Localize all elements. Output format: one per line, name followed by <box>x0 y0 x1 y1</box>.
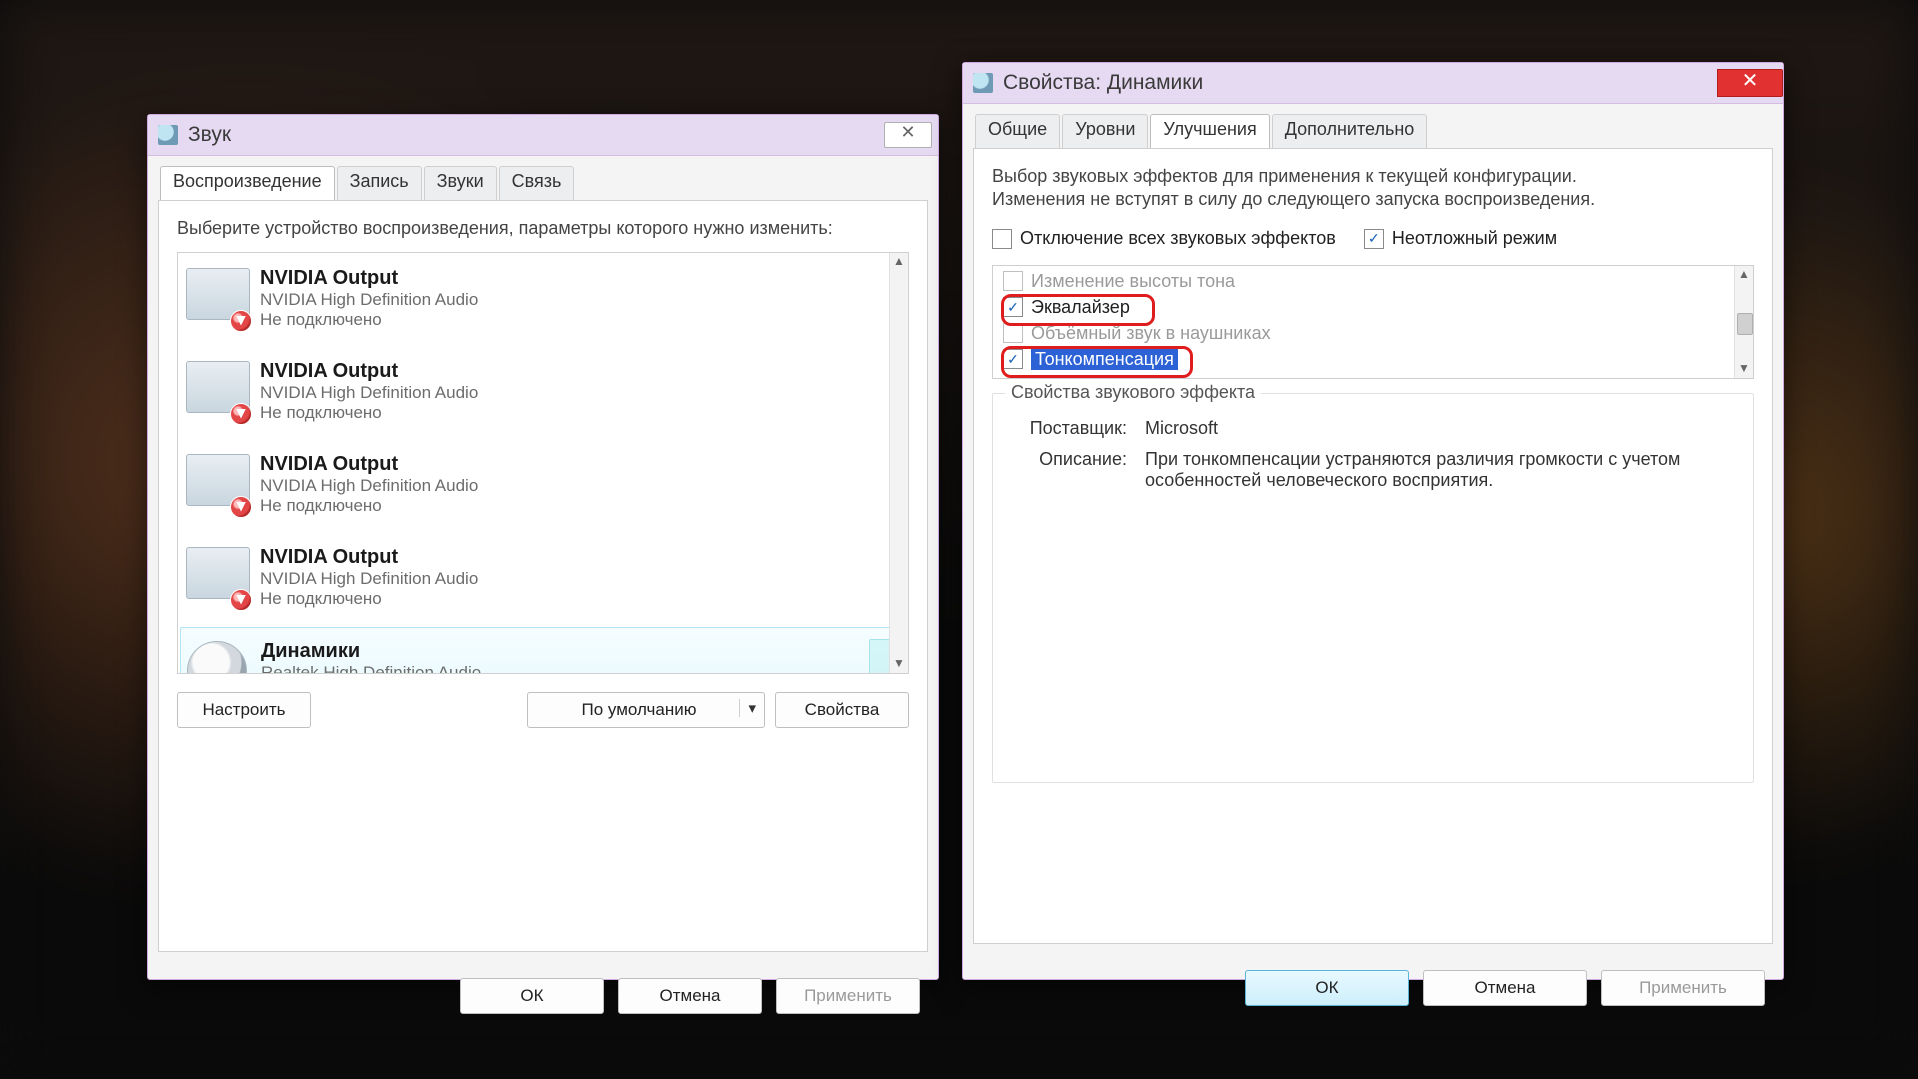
close-icon[interactable]: ✕ <box>884 122 932 148</box>
sound-app-icon <box>158 125 178 145</box>
scroll-down-icon[interactable]: ▼ <box>1735 360 1753 378</box>
device-name: NVIDIA Output <box>260 453 478 476</box>
enhancements-panel: Выбор звуковых эффектов для применения к… <box>973 148 1773 944</box>
checkbox-icon <box>1003 271 1023 291</box>
properties-titlebar[interactable]: Свойства: Динамики ✕ <box>963 63 1783 104</box>
sound-window-title: Звук <box>188 123 884 147</box>
device-row[interactable]: NVIDIA Output NVIDIA High Definition Aud… <box>178 532 908 625</box>
properties-dialog-buttons: ОК Отмена Применить <box>963 954 1783 1024</box>
provider-key: Поставщик: <box>1007 418 1127 439</box>
sound-tabs: Воспроизведение Запись Звуки Связь <box>148 156 938 200</box>
speaker-icon <box>187 641 247 674</box>
effect-label: Объёмный звук в наушниках <box>1031 323 1271 344</box>
checkbox-checked-icon <box>1364 229 1384 249</box>
tab-advanced[interactable]: Дополнительно <box>1272 114 1428 148</box>
device-desc: Realtek High Definition Audio <box>261 663 481 674</box>
device-row[interactable]: NVIDIA Output NVIDIA High Definition Aud… <box>178 439 908 532</box>
effect-label: Эквалайзер <box>1031 297 1130 318</box>
device-row[interactable]: NVIDIA Output NVIDIA High Definition Aud… <box>178 346 908 439</box>
status-badge-disconnected-icon <box>230 589 252 611</box>
description-value: При тонкомпенсации устраняются различия … <box>1145 449 1739 491</box>
device-row[interactable]: NVIDIA Output NVIDIA High Definition Aud… <box>178 253 908 346</box>
apply-button[interactable]: Применить <box>1601 970 1765 1006</box>
tab-levels[interactable]: Уровни <box>1062 114 1148 148</box>
device-name: NVIDIA Output <box>260 360 478 383</box>
device-desc: NVIDIA High Definition Audio <box>260 383 478 403</box>
scroll-down-icon[interactable]: ▼ <box>890 655 908 673</box>
speaker-app-icon <box>973 73 993 93</box>
status-badge-disconnected-icon <box>230 496 252 518</box>
effect-label-selected: Тонкомпенсация <box>1031 349 1178 370</box>
effect-item-loudness[interactable]: Тонкомпенсация <box>993 346 1753 372</box>
device-status: Не подключено <box>260 403 478 423</box>
sound-dialog-buttons: ОК Отмена Применить <box>148 962 938 1032</box>
effect-label: Изменение высоты тона <box>1031 271 1235 292</box>
sound-window: Звук ✕ Воспроизведение Запись Звуки Связ… <box>147 114 939 980</box>
tab-playback[interactable]: Воспроизведение <box>160 166 335 200</box>
checkbox-checked-icon <box>1003 349 1023 369</box>
sound-titlebar[interactable]: Звук ✕ <box>148 115 938 156</box>
device-desc: NVIDIA High Definition Audio <box>260 569 478 589</box>
ok-button[interactable]: ОК <box>1245 970 1409 1006</box>
properties-tabs: Общие Уровни Улучшения Дополнительно <box>963 104 1783 148</box>
effect-item-equalizer[interactable]: Эквалайзер <box>993 294 1753 320</box>
device-name: Динамики <box>261 640 481 663</box>
description-key: Описание: <box>1007 449 1127 491</box>
device-name: NVIDIA Output <box>260 546 478 569</box>
device-list[interactable]: ▲ ▼ NVIDIA Output NVIDIA High Definition… <box>177 252 909 674</box>
checkbox-icon <box>992 229 1012 249</box>
status-badge-disconnected-icon <box>230 310 252 332</box>
enhancements-instruction: Выбор звуковых эффектов для применения к… <box>992 165 1632 210</box>
tab-general[interactable]: Общие <box>975 114 1060 148</box>
effect-item[interactable]: Объёмный звук в наушниках <box>993 320 1753 346</box>
tab-recording[interactable]: Запись <box>337 166 422 200</box>
effects-scrollbar[interactable]: ▲ ▼ <box>1734 266 1753 378</box>
cancel-button[interactable]: Отмена <box>618 978 762 1014</box>
checkbox-checked-icon <box>1003 297 1023 317</box>
device-desc: NVIDIA High Definition Audio <box>260 290 478 310</box>
effects-list[interactable]: ▲ ▼ Изменение высоты тона Эквалайзер Объ… <box>992 265 1754 379</box>
device-row-selected[interactable]: Динамики Realtek High Definition Audio У… <box>180 627 906 674</box>
provider-value: Microsoft <box>1145 418 1739 439</box>
effect-item[interactable]: Изменение высоты тона <box>993 268 1753 294</box>
device-name: NVIDIA Output <box>260 267 478 290</box>
checkbox-icon <box>1003 323 1023 343</box>
tab-communications[interactable]: Связь <box>499 166 575 200</box>
device-status: Не подключено <box>260 589 478 609</box>
properties-window: Свойства: Динамики ✕ Общие Уровни Улучше… <box>962 62 1784 980</box>
properties-window-title: Свойства: Динамики <box>1003 71 1717 95</box>
close-icon[interactable]: ✕ <box>1717 69 1783 97</box>
configure-button[interactable]: Настроить <box>177 692 311 728</box>
apply-button[interactable]: Применить <box>776 978 920 1014</box>
device-scrollbar[interactable]: ▲ ▼ <box>889 253 908 673</box>
effect-properties-group: Свойства звукового эффекта Поставщик: Mi… <box>992 393 1754 783</box>
immediate-mode-checkbox[interactable]: Неотложный режим <box>1364 228 1557 249</box>
sound-instruction: Выберите устройство воспроизведения, пар… <box>177 217 909 240</box>
scroll-up-icon[interactable]: ▲ <box>890 253 908 271</box>
scrollbar-thumb[interactable] <box>1737 313 1753 335</box>
cancel-button[interactable]: Отмена <box>1423 970 1587 1006</box>
set-default-button[interactable]: По умолчанию <box>527 692 765 728</box>
immediate-mode-label: Неотложный режим <box>1392 228 1557 249</box>
disable-all-effects-label: Отключение всех звуковых эффектов <box>1020 228 1336 249</box>
device-status: Не подключено <box>260 496 478 516</box>
sound-panel: Выберите устройство воспроизведения, пар… <box>158 200 928 952</box>
properties-button[interactable]: Свойства <box>775 692 909 728</box>
device-status: Не подключено <box>260 310 478 330</box>
device-desc: NVIDIA High Definition Audio <box>260 476 478 496</box>
effect-properties-legend: Свойства звукового эффекта <box>1005 382 1261 403</box>
scroll-up-icon[interactable]: ▲ <box>1735 266 1753 284</box>
tab-sounds[interactable]: Звуки <box>424 166 497 200</box>
status-badge-disconnected-icon <box>230 403 252 425</box>
ok-button[interactable]: ОК <box>460 978 604 1014</box>
disable-all-effects-checkbox[interactable]: Отключение всех звуковых эффектов <box>992 228 1336 249</box>
tab-enhancements[interactable]: Улучшения <box>1150 114 1269 148</box>
